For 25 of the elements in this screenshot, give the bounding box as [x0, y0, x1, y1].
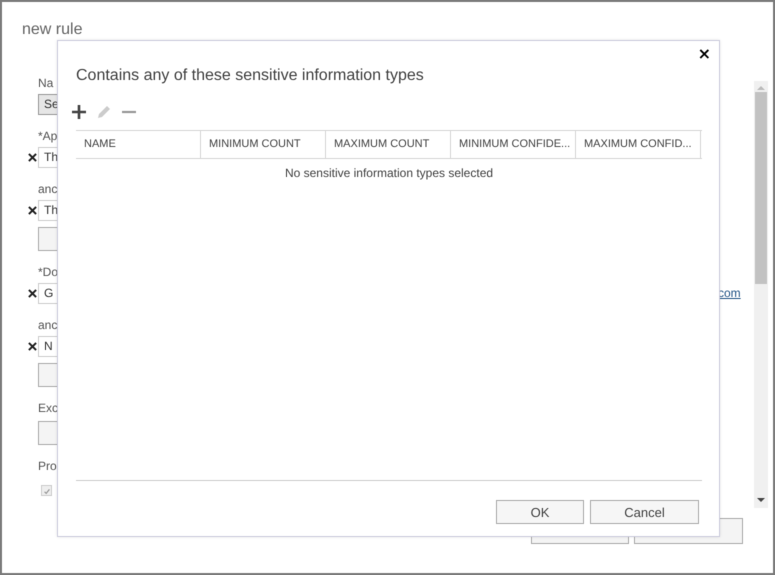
page-title: new rule: [22, 21, 84, 39]
field-label: *Do: [38, 265, 58, 279]
remove-icon[interactable]: [28, 289, 37, 298]
field-label: Na: [38, 76, 54, 90]
field-label: anc: [38, 318, 58, 332]
remove-icon[interactable]: [28, 153, 37, 162]
checkbox[interactable]: [41, 485, 52, 496]
empty-message: No sensitive information types selected: [284, 166, 494, 180]
column-header[interactable]: MAXIMUM COUNT: [326, 131, 451, 158]
remove-icon[interactable]: [28, 342, 37, 351]
scrollbar[interactable]: [754, 81, 768, 508]
field-label: Pro: [38, 459, 57, 473]
ok-button[interactable]: OK: [496, 500, 584, 524]
field-label: Exc: [38, 401, 58, 415]
close-button[interactable]: ×: [696, 46, 713, 62]
column-header[interactable]: MINIMUM CONFIDE...: [451, 131, 576, 158]
dialog-title: Contains any of these sensitive information types: [76, 67, 425, 85]
column-header[interactable]: NAME: [76, 131, 201, 158]
column-header[interactable]: MINIMUM COUNT: [201, 131, 326, 158]
column-header[interactable]: MAXIMUM CONFID...: [576, 131, 701, 158]
add-icon[interactable]: [70, 103, 88, 121]
field-label: *Ap: [38, 129, 58, 143]
remove-icon[interactable]: [28, 206, 37, 215]
field-label: anc: [38, 182, 58, 196]
cancel-button[interactable]: Cancel: [590, 500, 699, 524]
